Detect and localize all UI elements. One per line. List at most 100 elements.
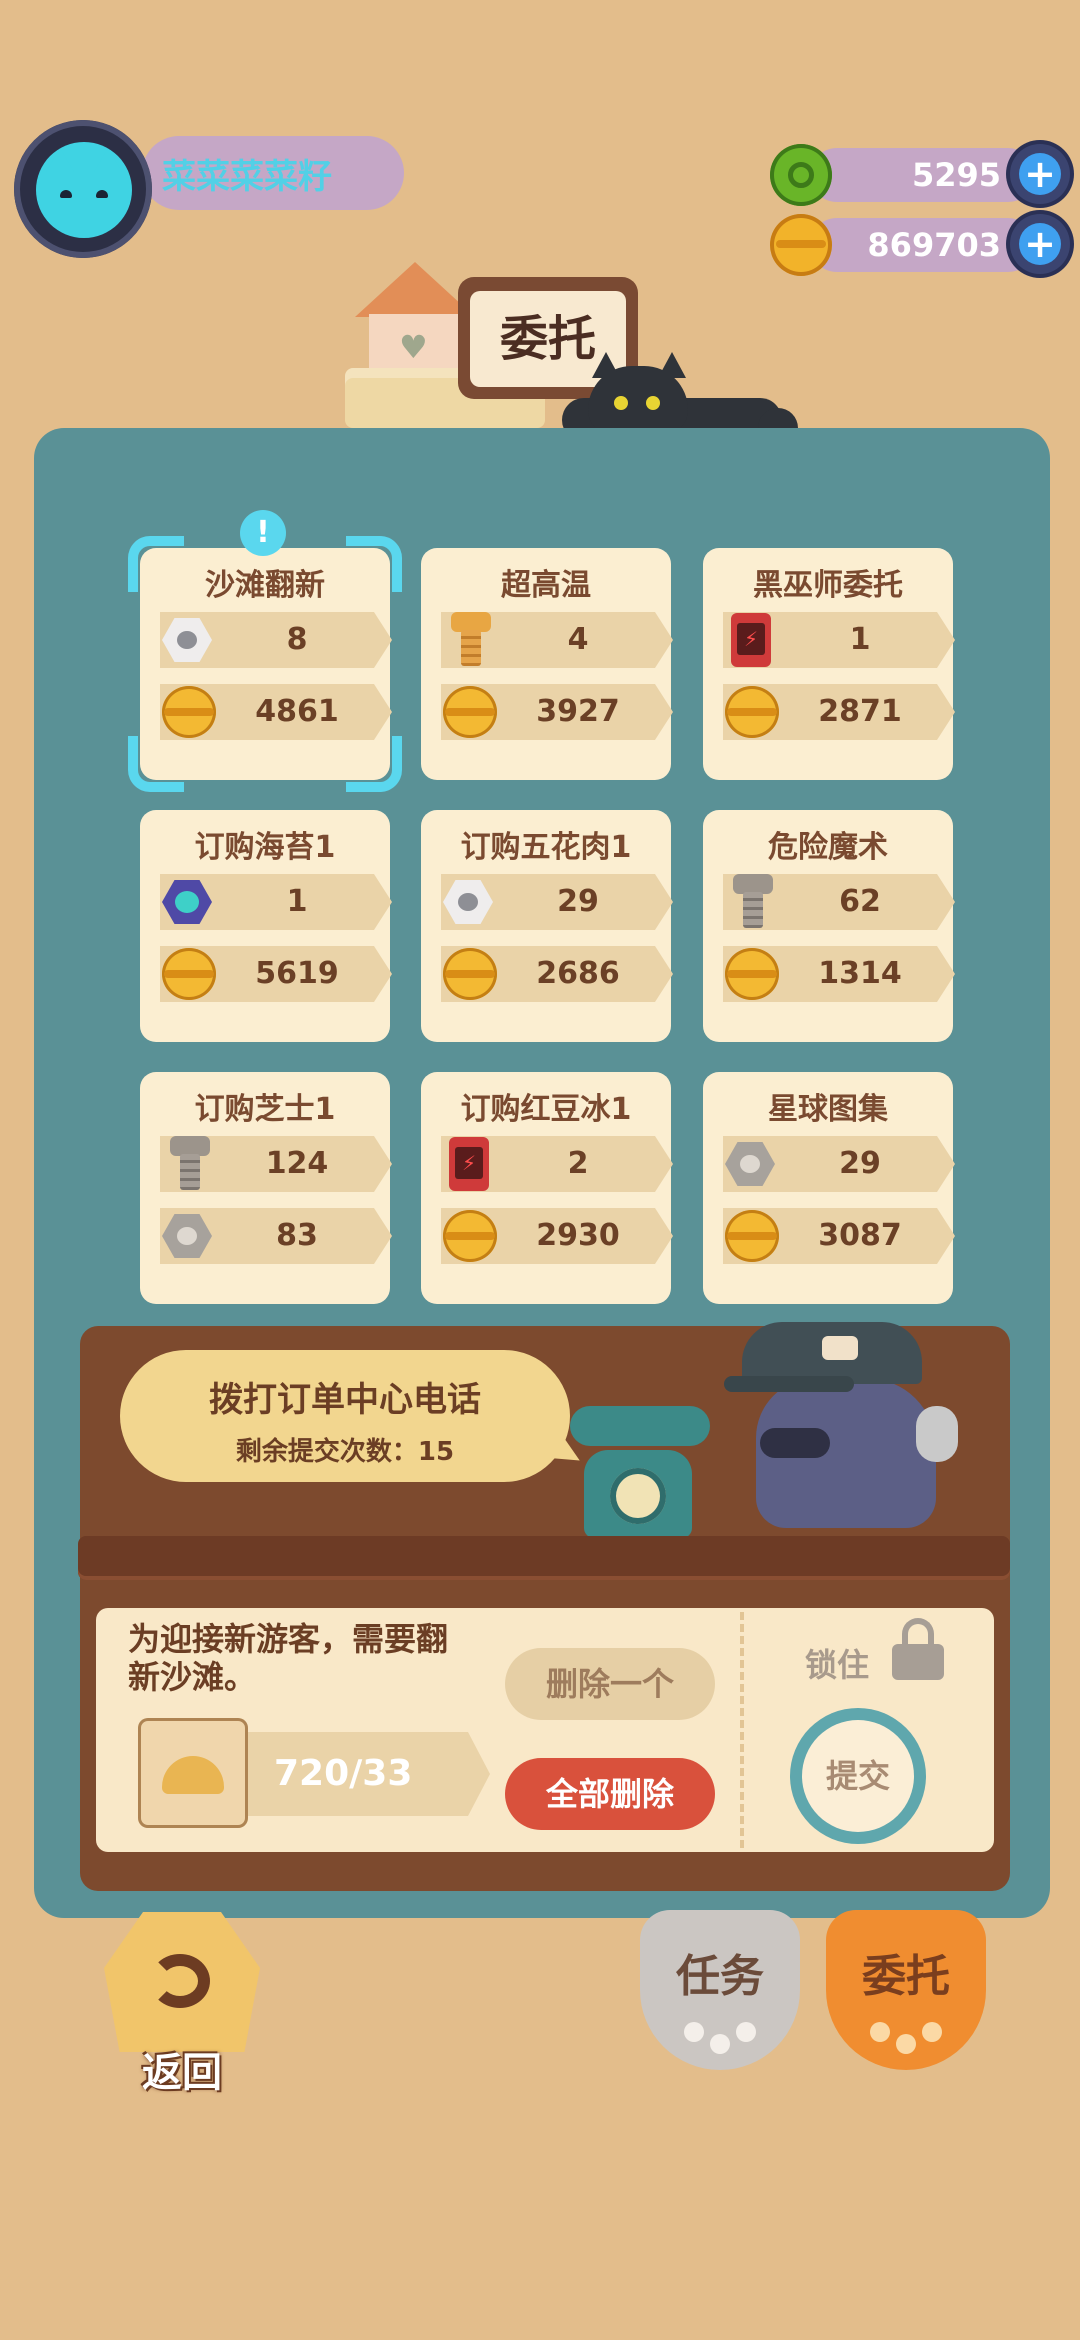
required-quantity: 29 [839, 1146, 881, 1181]
order-title: 危险魔术 [768, 830, 888, 865]
red-battery-icon [449, 1137, 489, 1191]
green-gem-coin-icon [770, 144, 832, 206]
required-item: 29 [441, 874, 673, 930]
telephone-icon[interactable] [570, 1402, 720, 1538]
required-quantity: 2 [567, 1146, 589, 1181]
lock-icon[interactable] [892, 1618, 944, 1680]
item-progress: 720/33 [274, 1753, 413, 1794]
call-center-bubble[interactable]: 拨打订单中心电话 剩余提交次数：15 [120, 1350, 570, 1482]
gold-coin-icon [443, 1210, 497, 1262]
required-item: 29 [723, 1136, 955, 1192]
gold-currency: 869703 + [770, 214, 1070, 276]
delete-all-button[interactable]: 全部删除 [505, 1758, 715, 1830]
tab-entrust[interactable]: 委托 [826, 1910, 986, 2070]
alert-badge-icon: ! [240, 510, 286, 556]
order-card[interactable]: 订购红豆冰1 2 2930 [421, 1072, 673, 1304]
gold-coin-icon [162, 686, 216, 738]
required-quantity: 62 [839, 884, 881, 919]
gem-amount: 5295 [810, 148, 1035, 202]
order-card[interactable]: ! 沙滩翻新 8 4861 [128, 510, 402, 792]
reward-item: 2686 [441, 946, 673, 1002]
gold-coin-icon [162, 948, 216, 1000]
selection-corner [128, 736, 184, 792]
order-title: 订购芝士1 [194, 1092, 336, 1127]
reward-item: 3927 [441, 684, 673, 740]
add-gem-button[interactable]: + [1010, 144, 1070, 204]
red-battery-icon [731, 613, 771, 667]
plus-icon: + [1019, 153, 1061, 195]
player-name: 菜菜菜菜籽 [142, 136, 404, 210]
required-item: 8 [160, 612, 392, 668]
remaining-submissions: 剩余提交次数：15 [235, 1437, 455, 1467]
counter-shelf [78, 1536, 1010, 1580]
required-item: 124 [160, 1136, 392, 1192]
gem-currency: 5295 + [770, 144, 1070, 206]
order-title: 订购海苔1 [194, 830, 336, 865]
gold-coin-icon [443, 948, 497, 1000]
reward-amount: 4861 [255, 694, 339, 729]
undo-arrow-icon [150, 1954, 210, 2008]
order-card[interactable]: 危险魔术 62 1314 [703, 810, 955, 1042]
purple-nut-icon [162, 880, 212, 924]
order-title: 沙滩翻新 [205, 568, 325, 603]
tab-tasks[interactable]: 任务 [640, 1910, 800, 2070]
reward-amount: 3087 [818, 1218, 902, 1253]
lock-label: 锁住 [805, 1646, 870, 1684]
order-description: 为迎接新游客，需要翻新沙滩。 [128, 1620, 449, 1696]
order-title: 订购五花肉1 [460, 830, 632, 865]
cat-avatar-icon [36, 142, 132, 238]
required-item: 2 [441, 1136, 673, 1192]
order-card[interactable]: 超高温 4 3927 [421, 548, 673, 780]
notebook-divider [740, 1612, 744, 1848]
player-profile[interactable]: 菜菜菜菜籽 [14, 120, 404, 260]
order-card[interactable]: 星球图集 29 3087 [703, 1072, 955, 1304]
order-title: 黑巫师委托 [753, 568, 903, 603]
reward-item: 2930 [441, 1208, 673, 1264]
operator-character [724, 1318, 960, 1538]
order-card[interactable]: 订购五花肉1 29 2686 [421, 810, 673, 1042]
gray-bolt-icon [733, 874, 773, 930]
reward-item: 4861 [160, 684, 392, 740]
gold-coin-icon [725, 686, 779, 738]
required-quantity: 4 [567, 622, 589, 657]
delete-one-button[interactable]: 删除一个 [505, 1648, 715, 1720]
reward-amount: 1314 [818, 956, 902, 991]
gold-bolt-icon [451, 612, 491, 668]
white-nut-icon [162, 618, 212, 662]
reward-item: 3087 [723, 1208, 955, 1264]
gold-coin-icon [443, 686, 497, 738]
order-title: 星球图集 [768, 1092, 888, 1127]
selection-corner [346, 736, 402, 792]
reward-item: 5619 [160, 946, 392, 1002]
order-title: 订购红豆冰1 [460, 1092, 632, 1127]
gray-bolt-icon [170, 1136, 210, 1192]
tab-entrust-label: 委托 [862, 1951, 950, 2002]
order-card[interactable]: 订购芝士1 124 83 [140, 1072, 392, 1304]
required-item: 1 [723, 612, 955, 668]
order-card[interactable]: 黑巫师委托 1 2871 [703, 548, 955, 780]
submit-label: 提交 [802, 1720, 914, 1832]
required-quantity: 29 [557, 884, 599, 919]
call-center-title: 拨打订单中心电话 [209, 1380, 481, 1420]
submit-button[interactable]: 提交 [790, 1708, 926, 1844]
reward-item: 1314 [723, 946, 955, 1002]
add-gold-button[interactable]: + [1010, 214, 1070, 274]
gray-nut-icon [162, 1214, 212, 1258]
required-quantity: 124 [265, 1146, 329, 1181]
gold-coin-icon [725, 1210, 779, 1262]
required-item-row: 720/33 [138, 1718, 490, 1828]
avatar[interactable] [14, 120, 152, 258]
gold-amount: 869703 [810, 218, 1035, 272]
tab-tasks-label: 任务 [676, 1951, 764, 2002]
reward-amount: 83 [276, 1218, 318, 1253]
order-card[interactable]: 订购海苔1 1 5619 [140, 810, 392, 1042]
required-item: 62 [723, 874, 955, 930]
gold-coin-icon [725, 948, 779, 1000]
back-label: 返回 [142, 2050, 222, 2096]
required-item: 1 [160, 874, 392, 930]
back-button[interactable]: 返回 [104, 1912, 260, 2096]
reward-amount: 2686 [536, 956, 620, 991]
gray-nut-icon [725, 1142, 775, 1186]
reward-amount: 5619 [255, 956, 339, 991]
required-quantity: 1 [286, 884, 308, 919]
